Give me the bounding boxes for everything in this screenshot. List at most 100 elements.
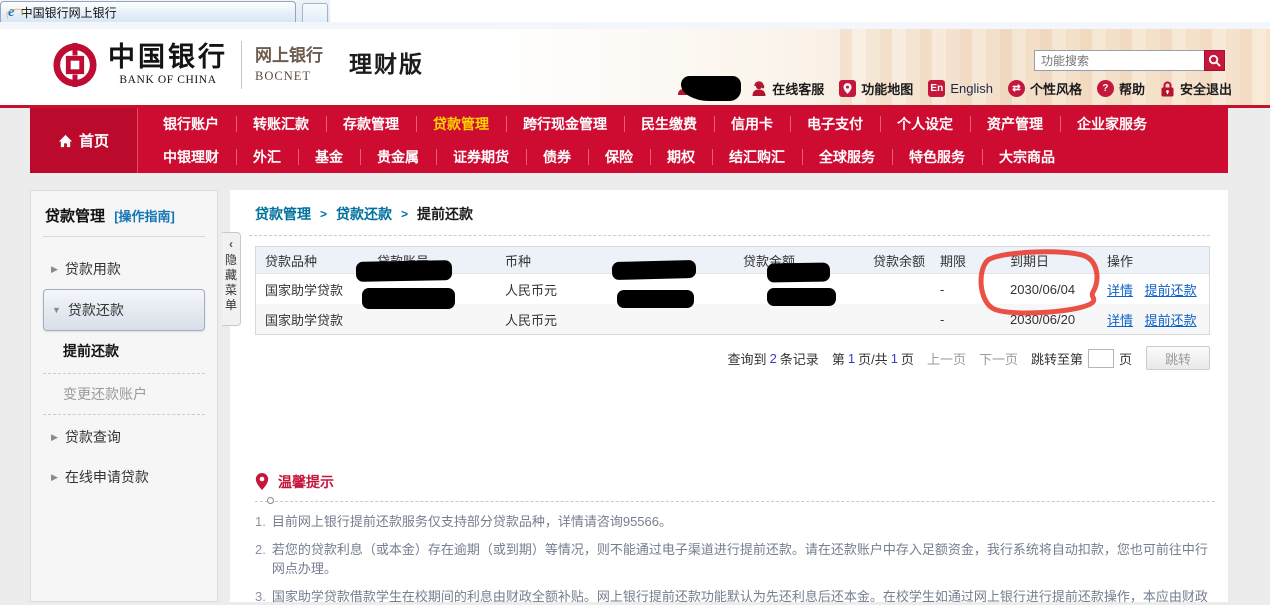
logo-divider — [241, 41, 242, 89]
sidebar-item-online-loan-apply[interactable]: ▶ 在线申请贷款 — [43, 457, 205, 497]
pin-icon — [255, 473, 269, 491]
jump-button[interactable]: 跳转 — [1146, 346, 1210, 370]
cell-term: - — [931, 312, 1001, 327]
nav-item-global-service[interactable]: 全球服务 — [802, 141, 892, 173]
chevron-right-icon: ▶ — [51, 432, 58, 443]
cell-currency: 人民币元 — [496, 280, 621, 299]
help-icon: ? — [1097, 80, 1114, 97]
nav-item-special-service[interactable]: 特色服务 — [892, 141, 982, 173]
detail-link[interactable]: 详情 — [1107, 313, 1133, 328]
nav-item-commodities[interactable]: 大宗商品 — [982, 141, 1072, 173]
ie-icon: e — [8, 5, 15, 20]
edition-label: 理财版 — [349, 45, 424, 79]
sidebar-item-loan-drawdown[interactable]: ▶ 贷款用款 — [43, 249, 205, 289]
loan-table: 贷款品种 贷款账号 币种 贷款金额 贷款余额 期限 到期日 操作 国家助学贷款 … — [255, 246, 1210, 335]
link-safe-exit[interactable]: 安全退出 — [1160, 79, 1232, 98]
link-english[interactable]: En English — [928, 80, 993, 97]
search-input[interactable] — [1034, 50, 1204, 71]
new-tab-button[interactable] — [302, 3, 328, 22]
col-loan-amount: 贷款金额 — [621, 251, 801, 270]
user-bar: 您好， 在线客服 功能地图 En English ⇄ 个性风格 ? 帮助 安全退… — [677, 79, 1232, 98]
nav-item-entrepreneur[interactable]: 企业家服务 — [1060, 108, 1164, 140]
current-page: 1 — [845, 351, 858, 366]
col-loan-product: 贷款品种 — [256, 251, 368, 270]
nav-item-bonds[interactable]: 债券 — [526, 141, 588, 173]
nav-item-interbank-cash[interactable]: 跨行现金管理 — [506, 108, 624, 140]
sidebar-item-loan-repayment[interactable]: ▼ 贷款还款 — [43, 289, 205, 331]
col-loan-balance: 贷款余额 — [801, 251, 931, 270]
hide-menu-tab[interactable]: ‹ 隐藏菜单 — [222, 232, 241, 326]
main-nav: 首页 银行账户 转账汇款 存款管理 贷款管理 跨行现金管理 民生缴费 信用卡 电… — [30, 108, 1228, 173]
product-name-cn: 网上银行 — [255, 46, 323, 66]
detail-link[interactable]: 详情 — [1107, 283, 1133, 298]
chevron-right-icon: ▶ — [51, 264, 58, 275]
breadcrumb: 贷款管理 > 贷款还款 > 提前还款 — [255, 204, 1210, 224]
nav-home[interactable]: 首页 — [30, 108, 138, 173]
cell-term: - — [931, 282, 1001, 297]
search-button[interactable] — [1204, 50, 1225, 71]
chevron-left-icon: ‹ — [229, 238, 233, 250]
sidebar-item-change-repay-account[interactable]: 变更还款账户 — [43, 373, 205, 415]
operation-guide-link[interactable]: [操作指南] — [114, 209, 175, 224]
cell-product: 国家助学贷款 — [256, 310, 368, 329]
table-row: 国家助学贷款 人民币元 - 2030/06/04 详情 提前还款 — [256, 274, 1209, 304]
breadcrumb-current: 提前还款 — [417, 204, 473, 224]
nav-item-e-payment[interactable]: 电子支付 — [790, 108, 880, 140]
nav-item-securities[interactable]: 证券期货 — [436, 141, 526, 173]
col-due-date: 到期日 — [1001, 251, 1101, 270]
cell-currency: 人民币元 — [496, 310, 621, 329]
nav-item-forex[interactable]: 外汇 — [236, 141, 298, 173]
nav-item-bank-accounts[interactable]: 银行账户 — [146, 108, 236, 140]
table-row: 国家助学贷款 人民币元 - 2030/06/20 详情 提前还款 — [256, 304, 1209, 334]
function-search — [1034, 50, 1225, 71]
browser-bar: e 中国银行网上银行 — [0, 0, 1270, 29]
prepay-link[interactable]: 提前还款 — [1145, 313, 1197, 328]
next-page-link[interactable]: 下一页 — [979, 349, 1018, 368]
breadcrumb-loan-repay[interactable]: 贷款还款 — [336, 204, 392, 224]
nav-item-deposit[interactable]: 存款管理 — [326, 108, 416, 140]
nav-item-precious-metals[interactable]: 贵金属 — [360, 141, 436, 173]
nav-item-insurance[interactable]: 保险 — [588, 141, 650, 173]
sidebar-item-early-repayment[interactable]: 提前还款 — [43, 331, 205, 371]
jump-page-input[interactable] — [1088, 349, 1114, 368]
logo-cn: 中国银行 — [108, 44, 228, 71]
link-help[interactable]: ? 帮助 — [1097, 79, 1145, 98]
nav-item-transfer[interactable]: 转账汇款 — [236, 108, 326, 140]
browser-tab[interactable]: e 中国银行网上银行 — [0, 1, 296, 22]
cell-due-date: 2030/06/20 — [1001, 312, 1101, 327]
user-icon — [677, 81, 691, 96]
search-icon — [1208, 54, 1221, 67]
link-online-service[interactable]: 在线客服 — [751, 79, 824, 98]
hide-menu-label: 隐藏菜单 — [225, 253, 238, 313]
tip-item: 1. 目前网上银行提前还款服务仅支持部分贷款品种，详情请咨询95566。 — [255, 513, 1215, 532]
greeting: 您好， — [677, 79, 736, 98]
cell-actions: 详情 提前还款 — [1101, 280, 1209, 299]
breadcrumb-divider — [249, 235, 1210, 236]
nav-item-options[interactable]: 期权 — [650, 141, 712, 173]
total-pages: 1 — [888, 351, 901, 366]
nav-item-fx-settlement[interactable]: 结汇购汇 — [712, 141, 802, 173]
breadcrumb-separator: > — [320, 207, 327, 221]
prev-page-link[interactable]: 上一页 — [927, 349, 966, 368]
prepay-link[interactable]: 提前还款 — [1145, 283, 1197, 298]
nav-item-funds[interactable]: 基金 — [298, 141, 360, 173]
nav-item-bill-pay[interactable]: 民生缴费 — [624, 108, 714, 140]
nav-item-credit-card[interactable]: 信用卡 — [714, 108, 790, 140]
col-term: 期限 — [931, 251, 1001, 270]
tip-item: 3. 国家助学贷款借款学生在校期间的利息由财政全额补贴。网上银行提前还款功能默认… — [255, 588, 1215, 605]
breadcrumb-loan-mgmt[interactable]: 贷款管理 — [255, 204, 311, 224]
nav-item-boc-wealth[interactable]: 中银理财 — [146, 141, 236, 173]
lock-icon — [1160, 81, 1175, 97]
chevron-right-icon: ▶ — [51, 472, 58, 483]
nav-item-loans-active[interactable]: 贷款管理 — [416, 108, 506, 140]
link-personal-style[interactable]: ⇄ 个性风格 — [1008, 79, 1082, 98]
sidebar: 贷款管理 [操作指南] ▶ 贷款用款 ▼ 贷款还款 提前还款 变更还款账户 ▶ … — [30, 190, 218, 602]
link-function-map[interactable]: 功能地图 — [839, 79, 913, 98]
header: 中国银行 BANK OF CHINA 网上银行 BOCNET 理财版 您好， 在… — [0, 29, 1270, 105]
nav-item-personal-settings[interactable]: 个人设定 — [880, 108, 970, 140]
col-actions: 操作 — [1101, 251, 1209, 270]
browser-tab-title: 中国银行网上银行 — [21, 4, 117, 21]
sidebar-item-loan-inquiry[interactable]: ▶ 贷款查询 — [43, 417, 205, 457]
nav-item-asset-mgmt[interactable]: 资产管理 — [970, 108, 1060, 140]
chevron-down-icon: ▼ — [52, 305, 61, 315]
